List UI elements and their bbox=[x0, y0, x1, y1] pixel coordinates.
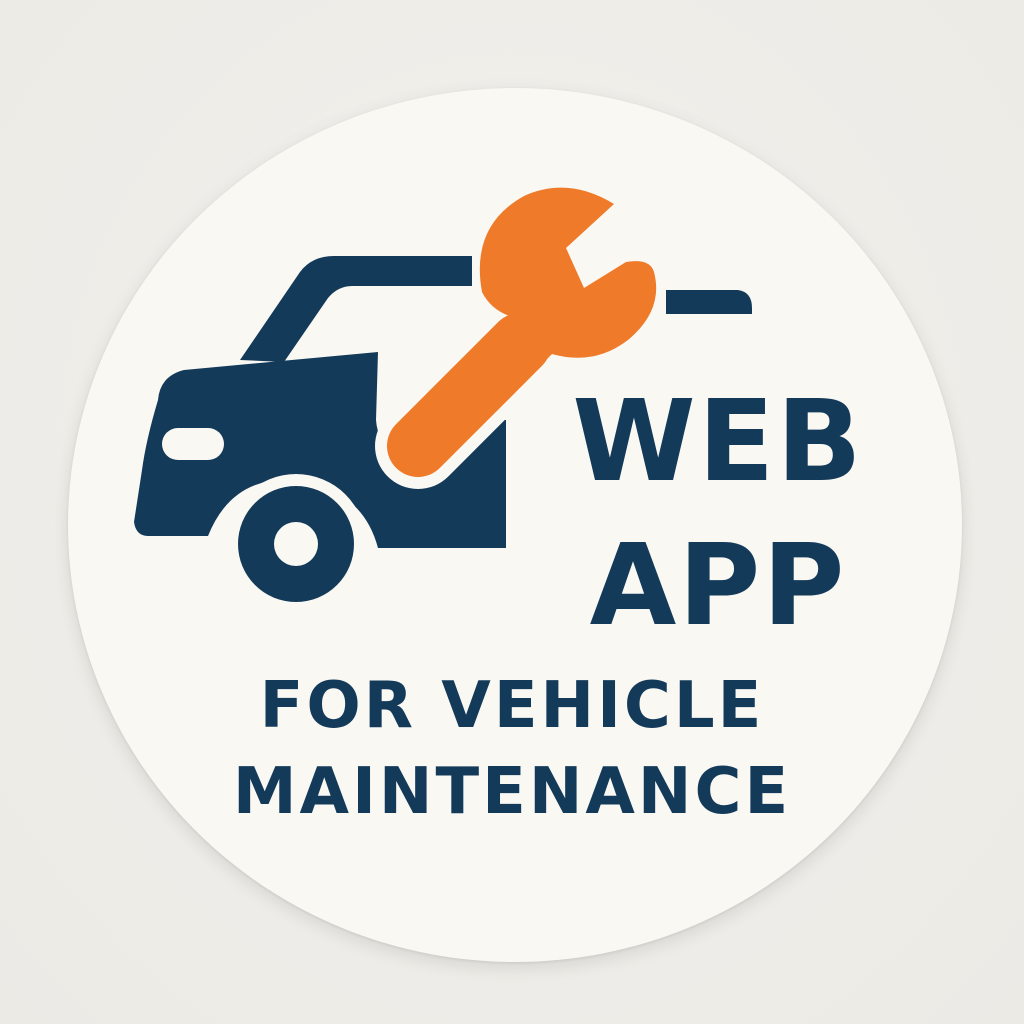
logo-subtitle-line-2: MAINTENANCE bbox=[232, 755, 792, 829]
logo-subtitle-line-1: FOR VEHICLE bbox=[259, 669, 765, 743]
logo-title-line-2: APP bbox=[589, 521, 847, 651]
logo-title-line-1: WEB bbox=[572, 377, 864, 507]
logo-canvas: WEB APP FOR VEHICLE MAINTENANCE bbox=[0, 0, 1024, 1024]
logo-emblem bbox=[134, 187, 752, 614]
